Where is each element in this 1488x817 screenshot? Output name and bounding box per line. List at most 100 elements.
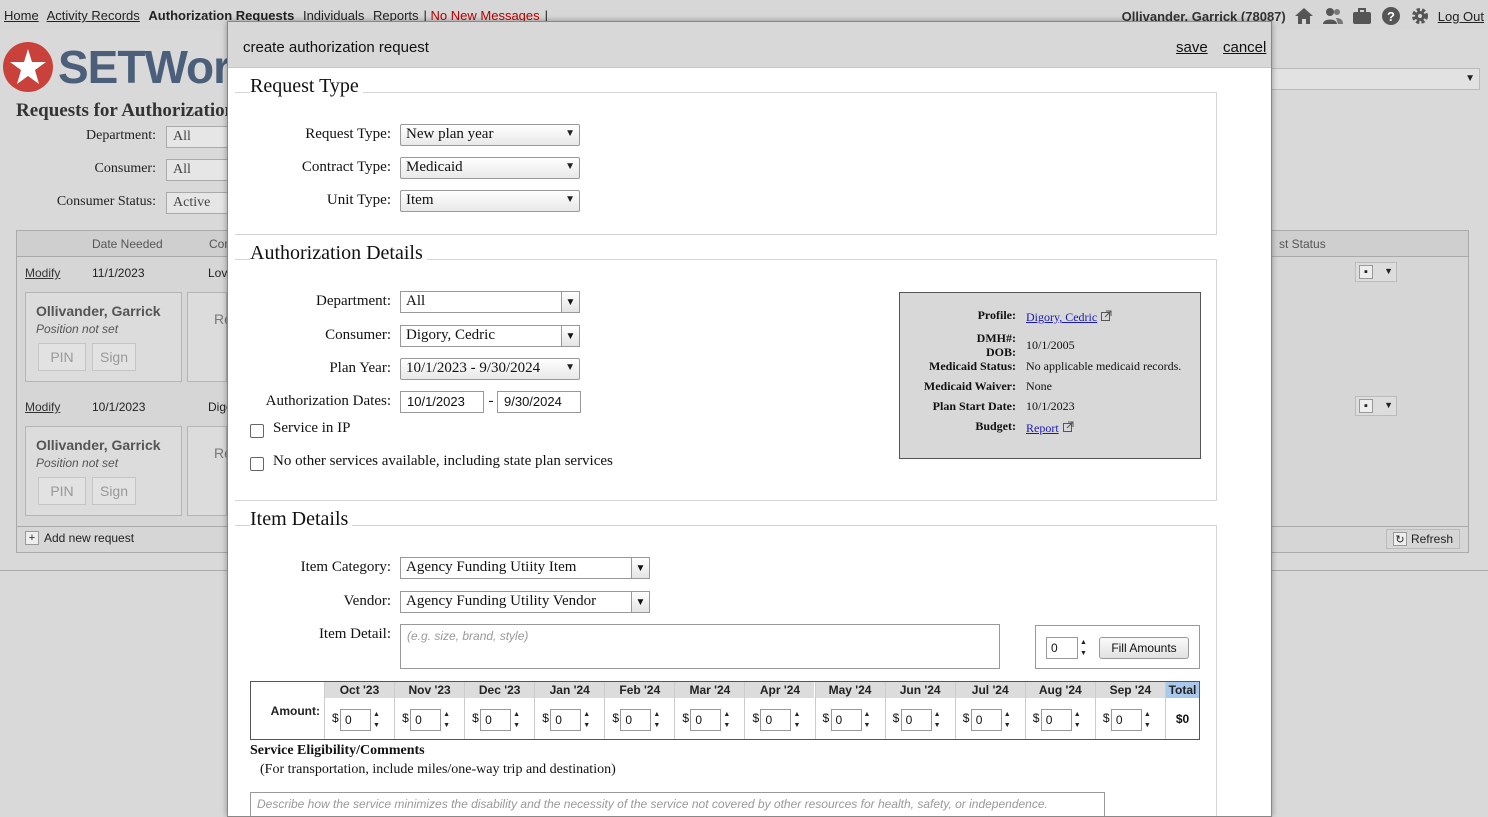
nav-home[interactable]: Home xyxy=(4,8,39,23)
item-category-combo[interactable]: Agency Funding Utiity Item ▼ xyxy=(400,557,650,579)
spinner-value: 0 xyxy=(1051,641,1058,655)
nav-activity-records[interactable]: Activity Records xyxy=(47,8,140,23)
contract-type-select[interactable]: Medicaid ▼ xyxy=(400,157,580,179)
month-amount-input[interactable]: 0 ▲ ▼ xyxy=(1040,709,1081,731)
month-column: Feb '24 $0 ▲ ▼ xyxy=(604,682,675,739)
month-amount-input[interactable]: 0 ▲ ▼ xyxy=(760,709,800,731)
spinner-arrows-icon[interactable]: ▲ ▼ xyxy=(653,710,665,730)
profile-link[interactable]: Digory, Cedric xyxy=(1026,310,1097,325)
checkbox-label: Service in IP xyxy=(273,420,351,436)
spinner-arrows-icon[interactable]: ▲ ▼ xyxy=(1144,710,1156,730)
month-header: Sep '24 xyxy=(1095,682,1165,698)
vendor-combo[interactable]: Agency Funding Utility Vendor ▼ xyxy=(400,591,650,613)
spinner-arrows-icon[interactable]: ▲ ▼ xyxy=(583,710,595,730)
filter-consumer-status[interactable]: Active xyxy=(166,192,236,214)
spinner-arrows-icon[interactable]: ▲ ▼ xyxy=(864,710,876,730)
spinner-arrows-icon[interactable]: ▲ ▼ xyxy=(1004,710,1016,730)
plan-year-select[interactable]: 10/1/2023 - 9/30/2024 ▼ xyxy=(400,358,580,380)
eligibility-comments-textarea[interactable]: Describe how the service minimizes the d… xyxy=(250,792,1105,816)
info-label: Budget: xyxy=(975,419,1016,433)
select-value: Medicaid xyxy=(406,159,463,175)
gear-icon[interactable] xyxy=(1409,6,1431,26)
logo-star-icon xyxy=(3,42,53,92)
home-icon[interactable] xyxy=(1293,6,1315,26)
pin-button[interactable]: PIN xyxy=(38,343,86,371)
item-detail-textarea[interactable]: (e.g. size, brand, style) xyxy=(400,624,1000,669)
status-select[interactable]: ▪ ▼ xyxy=(1355,396,1397,416)
logout-link[interactable]: Log Out xyxy=(1438,9,1484,24)
external-link-icon[interactable] xyxy=(1101,310,1112,325)
month-header: Nov '23 xyxy=(395,682,465,698)
chevron-down-icon[interactable]: ▼ xyxy=(631,592,649,612)
spinner-value: 0 xyxy=(485,713,492,727)
month-amount-input[interactable]: 0 ▲ ▼ xyxy=(480,709,520,731)
filter-consumer[interactable]: All xyxy=(166,159,236,181)
fill-amount-input[interactable]: 0 ▲ ▼ xyxy=(1046,637,1087,659)
consumer-combo[interactable]: Digory, Cedric ▼ xyxy=(400,325,580,347)
no-other-services-checkbox[interactable] xyxy=(250,457,264,471)
month-amount-input[interactable]: 0 ▲ ▼ xyxy=(340,709,380,731)
info-value: Report xyxy=(1026,421,1074,436)
sign-button[interactable]: Sign xyxy=(92,343,136,371)
spinner-arrows-icon[interactable]: ▲ ▼ xyxy=(513,710,525,730)
auth-start-date-input[interactable]: 10/1/2023 xyxy=(400,391,484,413)
spinner-arrows-icon[interactable]: ▲ ▼ xyxy=(1080,638,1092,658)
spinner-arrows-icon[interactable]: ▲ ▼ xyxy=(934,710,946,730)
external-link-icon[interactable] xyxy=(1062,421,1074,436)
select-value: New plan year xyxy=(406,126,494,142)
currency-symbol: $ xyxy=(542,711,549,725)
spinner-arrows-icon[interactable]: ▲ ▼ xyxy=(1074,710,1086,730)
month-amount-input[interactable]: 0 ▲ ▼ xyxy=(620,709,660,731)
spinner-arrows-icon[interactable]: ▲ ▼ xyxy=(373,710,385,730)
filter-department[interactable]: All xyxy=(166,126,236,148)
month-amount-input[interactable]: 0 ▲ ▼ xyxy=(970,709,1011,731)
fill-amounts-button[interactable]: Fill Amounts xyxy=(1099,637,1189,659)
month-amount-input[interactable]: 0 ▲ ▼ xyxy=(830,709,870,731)
sign-button[interactable]: Sign xyxy=(92,477,136,505)
month-amount-input[interactable]: 0 ▲ ▼ xyxy=(550,709,590,731)
refresh-button[interactable]: ↻ Refresh xyxy=(1385,529,1460,549)
field-label: Unit Type: xyxy=(326,192,391,208)
section-title: Request Type xyxy=(250,75,363,98)
briefcase-icon[interactable] xyxy=(1351,6,1373,26)
chevron-down-icon[interactable]: ▼ xyxy=(561,326,579,346)
help-icon[interactable]: ? xyxy=(1380,6,1402,26)
chevron-down-icon[interactable]: ▼ xyxy=(631,558,649,578)
spinner-arrows-icon[interactable]: ▲ ▼ xyxy=(793,710,805,730)
modify-link[interactable]: Modify xyxy=(25,266,60,280)
signature-card: Ollivander, Garrick Position not set PIN… xyxy=(25,292,182,382)
spinner-arrows-icon[interactable]: ▲ ▼ xyxy=(443,710,455,730)
combo-value: Digory, Cedric xyxy=(406,327,496,343)
logo-text: SETWork xyxy=(58,41,256,93)
save-button[interactable]: save xyxy=(1176,39,1208,56)
unit-type-select[interactable]: Item ▼ xyxy=(400,190,580,212)
signer-name: Ollivander, Garrick xyxy=(36,437,161,453)
department-combo[interactable]: All ▼ xyxy=(400,291,580,313)
request-type-select[interactable]: New plan year ▼ xyxy=(400,124,580,146)
month-amount-input[interactable]: 0 ▲ ▼ xyxy=(1110,709,1151,731)
chevron-down-icon[interactable]: ▼ xyxy=(561,292,579,312)
modify-link[interactable]: Modify xyxy=(25,400,60,414)
people-icon[interactable] xyxy=(1322,6,1344,26)
spinner-value: 0 xyxy=(415,713,422,727)
auth-end-date-input[interactable]: 9/30/2024 xyxy=(497,391,581,413)
info-value: Digory, Cedric xyxy=(1026,310,1112,325)
month-amount-input[interactable]: 0 ▲ ▼ xyxy=(410,709,450,731)
add-new-request-button[interactable]: + Add new request xyxy=(25,531,134,545)
spinner-value: 0 xyxy=(975,713,983,727)
month-amount-input[interactable]: 0 ▲ ▼ xyxy=(690,709,730,731)
budget-report-link[interactable]: Report xyxy=(1026,421,1059,436)
select-value: Item xyxy=(406,192,434,208)
spinner-value: 0 xyxy=(625,713,632,727)
cancel-button[interactable]: cancel xyxy=(1223,39,1266,56)
currency-symbol: $ xyxy=(332,711,339,725)
month-amount-input[interactable]: 0 ▲ ▼ xyxy=(900,709,941,731)
amount-label: Amount: xyxy=(270,703,320,718)
status-select[interactable]: ▪ ▼ xyxy=(1355,262,1397,282)
table-row: Modify 10/1/2023 Digo xyxy=(25,400,233,414)
pin-button[interactable]: PIN xyxy=(38,477,86,505)
service-in-ip-checkbox[interactable] xyxy=(250,424,264,438)
signer-name: Ollivander, Garrick xyxy=(36,303,161,319)
spinner-arrows-icon[interactable]: ▲ ▼ xyxy=(723,710,735,730)
month-header: May '24 xyxy=(815,682,885,698)
